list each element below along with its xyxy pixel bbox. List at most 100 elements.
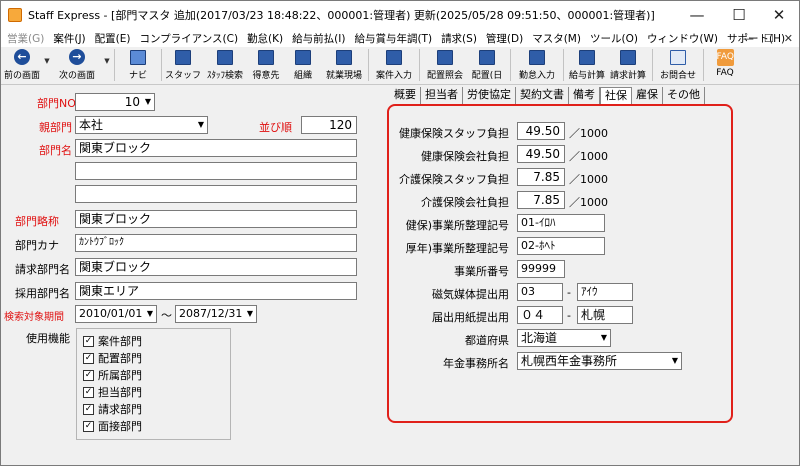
dept-name-field-2[interactable] (75, 162, 357, 180)
dept-short-field[interactable]: 関東ブロック (75, 210, 357, 228)
function-assign-checkbox[interactable]: ✓ 配置部門 (83, 350, 142, 366)
tab-notes[interactable]: 備考 (569, 87, 600, 104)
checkbox-checked-icon: ✓ (83, 369, 94, 381)
tab-employment-insurance[interactable]: 雇保 (632, 87, 663, 104)
menu-window[interactable]: ウィンドウ(W) (647, 31, 718, 46)
menu-attendance[interactable]: 勤怠(K) (247, 31, 283, 46)
parent-dept-select[interactable]: 本社 ▼ (75, 116, 208, 134)
client-button[interactable]: 得意先 (249, 47, 283, 83)
function-interview-checkbox[interactable]: ✓ 面接部門 (83, 418, 142, 434)
care-company-unit: ／1000 (569, 196, 608, 209)
pension-office-code-label: 厚年)事業所整理記号 (405, 242, 509, 255)
next-button[interactable]: → 次の画面 (51, 47, 103, 83)
back-button[interactable]: ← 前の画面 (1, 47, 43, 83)
close-button[interactable]: ✕ (759, 1, 799, 29)
pension-office-code-field[interactable]: 02-ﾎﾍﾄ (517, 237, 605, 255)
next-dropdown-icon[interactable]: ▼ (103, 57, 111, 65)
toolbar-separator (161, 49, 162, 81)
office-number-label: 事業所番号 (454, 265, 509, 278)
menu-compliance[interactable]: コンプライアンス(C) (139, 31, 238, 46)
order-field[interactable]: 120 (301, 116, 357, 134)
mdi-close-button[interactable]: ✕ (784, 32, 793, 45)
back-dropdown-icon[interactable]: ▼ (43, 57, 51, 65)
faq-button[interactable]: FAQ FAQ (707, 47, 743, 83)
period-to-date[interactable]: 2087/12/31 ▼ (175, 305, 257, 323)
period-label: 検索対象期間 (4, 312, 64, 323)
payroll-calc-icon (578, 48, 596, 66)
hiring-dept-field[interactable]: 関東エリア (75, 282, 357, 300)
health-staff-label: 健康保険スタッフ負担 (399, 127, 509, 140)
menu-tools[interactable]: ツール(O) (590, 31, 638, 46)
mdi-minimize-button[interactable]: — (743, 32, 754, 45)
case-input-icon (385, 48, 403, 66)
checkbox-checked-icon: ✓ (83, 335, 94, 347)
tab-other[interactable]: その他 (663, 87, 705, 104)
chevron-down-icon: ▼ (598, 330, 610, 346)
work-site-button[interactable]: 就業現場 (323, 47, 365, 83)
staff-button[interactable]: スタッフ (165, 47, 201, 83)
attendance-input-button[interactable]: 勤怠入力 (514, 47, 560, 83)
menu-sales[interactable]: 営業(G) (7, 31, 44, 46)
case-input-button[interactable]: 案件入力 (372, 47, 416, 83)
social-insurance-panel: 健康保険スタッフ負担 49.50 ／1000 健康保険会社負担 49.50 ／1… (387, 104, 733, 423)
period-from-date[interactable]: 2010/01/01 ▼ (75, 305, 157, 323)
office-number-field[interactable]: 99999 (517, 260, 565, 278)
tab-staff-in-charge[interactable]: 担当者 (421, 87, 463, 104)
functions-panel: ✓ 案件部門 ✓ 配置部門 ✓ 所属部門 ✓ 担当部門 ✓ 請求部門 ✓ 面接部門 (76, 328, 231, 440)
health-office-code-field[interactable]: 01-ｲﾛﾊ (517, 214, 605, 232)
billing-calc-button[interactable]: 請求計算 (607, 47, 649, 83)
tab-overview[interactable]: 概要 (390, 87, 421, 104)
paper-form-code-a[interactable]: ０４ (517, 306, 563, 324)
faq-icon: FAQ (716, 48, 734, 66)
menu-master[interactable]: マスタ(M) (532, 31, 581, 46)
magnetic-media-label: 磁気媒体提出用 (432, 288, 509, 301)
organization-button[interactable]: 組織 (283, 47, 323, 83)
contact-button[interactable]: お問合せ (656, 47, 700, 83)
attendance-icon (528, 48, 546, 66)
mdi-restore-button[interactable]: ☐ (764, 32, 774, 45)
dept-kana-field[interactable]: ｶﾝﾄｳﾌﾞﾛｯｸ (75, 234, 357, 252)
health-company-rate-field[interactable]: 49.50 (517, 145, 565, 163)
function-case-checkbox[interactable]: ✓ 案件部門 (83, 333, 142, 349)
payroll-calc-button[interactable]: 給与計算 (567, 47, 607, 83)
dept-no-select[interactable]: 10 ▼ (75, 93, 155, 111)
back-arrow-icon: ← (13, 48, 31, 66)
care-company-rate-field[interactable]: 7.85 (517, 191, 565, 209)
health-staff-rate-field[interactable]: 49.50 (517, 122, 565, 140)
menu-billing[interactable]: 請求(S) (441, 31, 477, 46)
menu-bar: 営業(G) 案件(J) 配置(E) コンプライアンス(C) 勤怠(K) 給与前払… (1, 29, 799, 47)
tab-social-insurance[interactable]: 社保 (600, 87, 632, 104)
menu-advance-pay[interactable]: 給与前払(I) (292, 31, 345, 46)
paper-form-code-b[interactable]: 札幌 (577, 306, 633, 324)
care-staff-rate-field[interactable]: 7.85 (517, 168, 565, 186)
dept-name-field[interactable]: 関東ブロック (75, 139, 357, 157)
title-bar: Staff Express - [部門マスタ 追加(2017/03/23 18:… (1, 1, 799, 29)
menu-payroll[interactable]: 給与賞与年調(T) (354, 31, 432, 46)
pension-office-name-select[interactable]: 札幌西年金事務所 ▼ (517, 352, 682, 370)
billing-dept-field[interactable]: 関東ブロック (75, 258, 357, 276)
navi-button[interactable]: ナビ (118, 47, 158, 83)
assign-day-button[interactable]: 配置(日 (467, 47, 507, 83)
maximize-button[interactable]: ☐ (719, 1, 759, 29)
app-icon (8, 8, 22, 22)
menu-admin[interactable]: 管理(D) (486, 31, 523, 46)
dept-name-field-3[interactable] (75, 185, 357, 203)
function-billing-checkbox[interactable]: ✓ 請求部門 (83, 401, 142, 417)
tab-contract-documents[interactable]: 契約文書 (516, 87, 569, 104)
pension-office-name-label: 年金事務所名 (443, 357, 509, 370)
organization-icon (294, 48, 312, 66)
function-belong-checkbox[interactable]: ✓ 所属部門 (83, 367, 142, 383)
toolbar-separator (114, 49, 115, 81)
menu-case[interactable]: 案件(J) (53, 31, 85, 46)
menu-assign[interactable]: 配置(E) (95, 31, 131, 46)
minimize-button[interactable]: — (677, 1, 717, 29)
magnetic-media-code-b[interactable]: ｱｲｳ (577, 283, 633, 301)
tab-labor-agreement[interactable]: 労使協定 (463, 87, 516, 104)
prefecture-select[interactable]: 北海道 ▼ (517, 329, 611, 347)
assign-inquiry-button[interactable]: 配置照会 (423, 47, 467, 83)
magnetic-media-code-a[interactable]: 03 (517, 283, 563, 301)
staff-search-button[interactable]: ｽﾀｯﾌ検索 (201, 47, 249, 83)
function-charge-checkbox[interactable]: ✓ 担当部門 (83, 384, 142, 400)
paper-form-label: 届出用紙提出用 (432, 311, 509, 324)
care-staff-label: 介護保険スタッフ負担 (399, 173, 509, 186)
